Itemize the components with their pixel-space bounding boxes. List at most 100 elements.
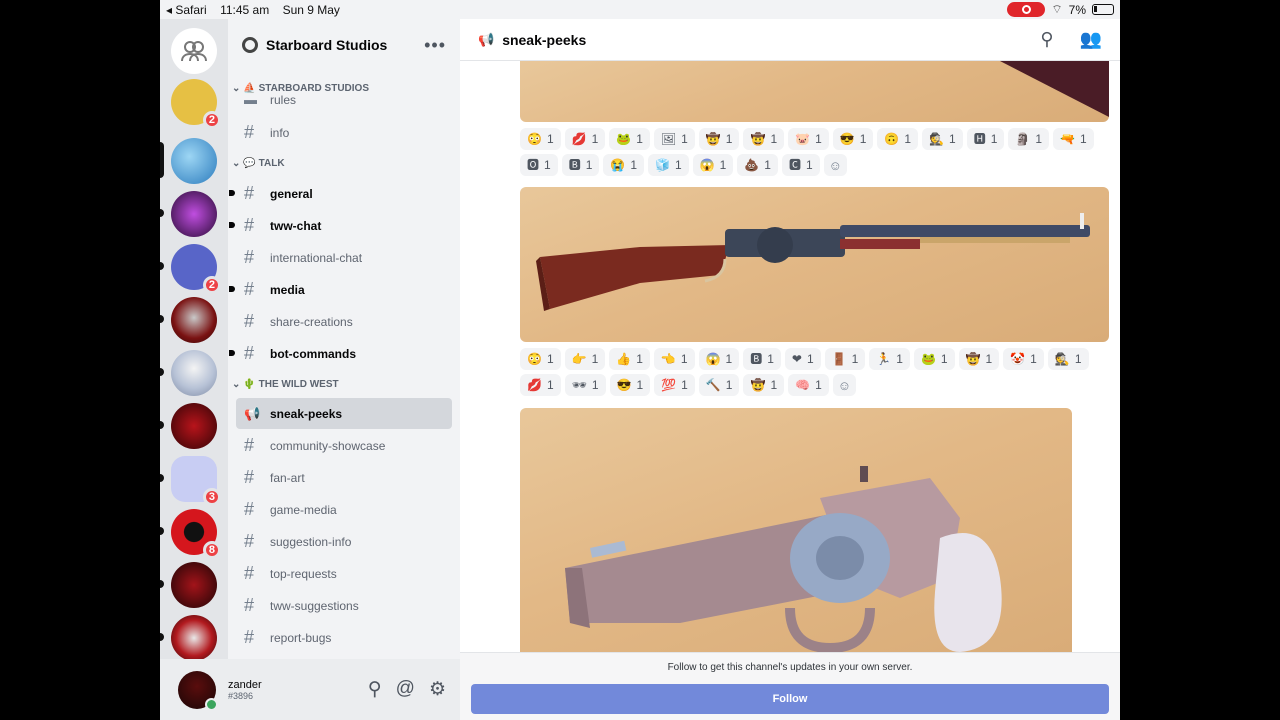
- channel-tww-suggestions[interactable]: # tww-suggestions: [236, 590, 452, 621]
- reaction-emoji-icon: 😭: [610, 158, 626, 172]
- reaction-pill[interactable]: ❤ 1: [784, 348, 821, 370]
- reaction-pill[interactable]: 🅲 1: [781, 154, 820, 176]
- direct-messages-button[interactable]: [171, 28, 217, 74]
- channel-header: 📢 sneak-peeks ⚲ 👥: [460, 19, 1120, 61]
- reaction-pill[interactable]: 💋 1: [520, 374, 561, 396]
- reaction-pill[interactable]: 🕵 1: [922, 128, 963, 150]
- channel-international-chat[interactable]: # international-chat: [236, 242, 452, 273]
- reaction-count: 1: [725, 352, 733, 366]
- reaction-pill[interactable]: 👍 1: [609, 348, 650, 370]
- reaction-emoji-icon: 🤡: [1010, 352, 1026, 366]
- reaction-pill[interactable]: 🧊 1: [648, 154, 689, 176]
- reaction-pill[interactable]: 🕶 1: [564, 374, 606, 396]
- channel-fan-art[interactable]: # fan-art: [236, 462, 452, 493]
- image-attachment[interactable]: [520, 408, 1072, 652]
- reaction-pill[interactable]: 🔨 1: [698, 374, 740, 396]
- channel-top-requests[interactable]: # top-requests: [236, 558, 452, 589]
- unread-indicator: [229, 286, 235, 292]
- server-icon[interactable]: 8: [171, 509, 221, 559]
- reaction-pill[interactable]: 😭 1: [603, 154, 645, 176]
- reaction-pill[interactable]: 🗿 1: [1008, 128, 1050, 150]
- reaction-pill[interactable]: 🤡 1: [1003, 348, 1044, 370]
- add-reaction-button[interactable]: ☺: [832, 374, 857, 396]
- reaction-pill[interactable]: 🙃 1: [877, 128, 919, 150]
- reaction-pill[interactable]: 🔫 1: [1053, 128, 1094, 150]
- reaction-pill[interactable]: 🕵 1: [1047, 348, 1089, 370]
- reaction-pill[interactable]: 🅷 1: [966, 128, 1005, 150]
- reaction-pill[interactable]: 😱 1: [692, 154, 734, 176]
- server-icon[interactable]: 2: [171, 244, 221, 294]
- reaction-emoji-icon: 🙃: [884, 132, 900, 146]
- channel-sneak-peeks[interactable]: 📢 sneak-peeks: [236, 398, 452, 429]
- channel-media[interactable]: # media: [229, 274, 452, 305]
- server-icon[interactable]: [171, 403, 217, 449]
- channel-report-bugs[interactable]: # report-bugs: [236, 622, 452, 653]
- server-folder[interactable]: 3: [171, 456, 221, 506]
- channel-tww-chat[interactable]: # tww-chat: [229, 210, 452, 241]
- reaction-pill[interactable]: 🐸 1: [609, 128, 650, 150]
- back-to-app-link[interactable]: ◂ Safari: [166, 3, 207, 17]
- server-header[interactable]: Starboard Studios •••: [228, 19, 460, 71]
- reaction-pill[interactable]: 😳 1: [520, 128, 561, 150]
- reaction-pill[interactable]: 👈 1: [653, 348, 695, 370]
- server-icon[interactable]: [171, 350, 217, 396]
- reaction-pill[interactable]: 🤠 1: [958, 348, 1000, 370]
- unread-indicator: [229, 190, 235, 196]
- reaction-pill[interactable]: 💩 1: [737, 154, 778, 176]
- server-icon[interactable]: [171, 191, 217, 237]
- server-icon[interactable]: [171, 562, 217, 608]
- reaction-pill[interactable]: 😱 1: [698, 348, 740, 370]
- reaction-pill[interactable]: 😎 1: [832, 128, 874, 150]
- channel-share-creations[interactable]: # share-creations: [236, 306, 452, 337]
- avatar[interactable]: [178, 670, 218, 711]
- server-icon[interactable]: 2: [171, 79, 221, 129]
- reaction-count: 1: [1079, 132, 1087, 146]
- reaction-pill[interactable]: 😎 1: [609, 374, 651, 396]
- reaction-pill[interactable]: 👉 1: [564, 348, 606, 370]
- search-people-icon[interactable]: ⚲: [368, 678, 382, 701]
- server-icon[interactable]: [171, 615, 217, 661]
- follow-button[interactable]: Follow: [471, 684, 1109, 714]
- add-reaction-button[interactable]: ☺: [823, 154, 847, 176]
- reaction-pill[interactable]: 🐷 1: [788, 128, 829, 150]
- reaction-pill[interactable]: 🅱 1: [561, 154, 600, 176]
- mention-badge: 2: [202, 111, 221, 129]
- reaction-pill[interactable]: 🤠 1: [743, 374, 785, 396]
- server-icon[interactable]: [171, 297, 217, 343]
- category-the-wild-west[interactable]: ⌄ 🌵 THE WILD WEST: [232, 379, 339, 390]
- reaction-pill[interactable]: 🤠 1: [743, 128, 785, 150]
- image-attachment[interactable]: [520, 187, 1109, 342]
- channel-rules[interactable]: ▬ rules: [236, 87, 452, 107]
- server-icon-starboard[interactable]: [171, 138, 217, 184]
- hash-icon: #: [244, 627, 255, 647]
- channel-suggestion-info[interactable]: # suggestion-info: [236, 526, 452, 557]
- channel-game-media[interactable]: # game-media: [236, 494, 452, 525]
- reaction-pill[interactable]: 🧠 1: [788, 374, 829, 396]
- unread-pill: [160, 315, 164, 323]
- reaction-pill[interactable]: 🅱 1: [743, 348, 781, 370]
- reaction-pill[interactable]: 💋 1: [564, 128, 606, 150]
- reaction-count: 1: [546, 132, 554, 146]
- reaction-pill[interactable]: 🏃 1: [869, 348, 910, 370]
- channel-community-showcase[interactable]: # community-showcase: [236, 430, 452, 461]
- member-list-icon[interactable]: 👥: [1080, 29, 1102, 50]
- reaction-pill[interactable]: 🖼 1: [653, 128, 695, 150]
- server-menu-button[interactable]: •••: [424, 35, 446, 56]
- search-icon[interactable]: ⚲: [1040, 29, 1053, 50]
- reaction-count: 1: [990, 132, 998, 146]
- channel-bot-commands[interactable]: # bot-commands: [229, 338, 452, 369]
- category-talk[interactable]: ⌄ 💬 TALK: [232, 158, 285, 169]
- reaction-pill[interactable]: 💯 1: [654, 374, 695, 396]
- mention-icon[interactable]: @: [396, 678, 415, 701]
- reaction-pill[interactable]: 🤠 1: [698, 128, 740, 150]
- reaction-pill[interactable]: 🐸 1: [913, 348, 955, 370]
- reaction-pill[interactable]: 🅾 1: [520, 154, 558, 176]
- channel-general[interactable]: # general: [229, 178, 452, 209]
- reaction-pill[interactable]: 🚪 1: [824, 348, 866, 370]
- reaction-pill[interactable]: 😳 1: [520, 348, 561, 370]
- gear-icon[interactable]: ⚙: [429, 678, 446, 701]
- image-attachment[interactable]: [520, 61, 1109, 122]
- hash-icon: #: [244, 531, 255, 551]
- channel-info[interactable]: # info: [236, 117, 452, 148]
- image-content: [565, 466, 1002, 652]
